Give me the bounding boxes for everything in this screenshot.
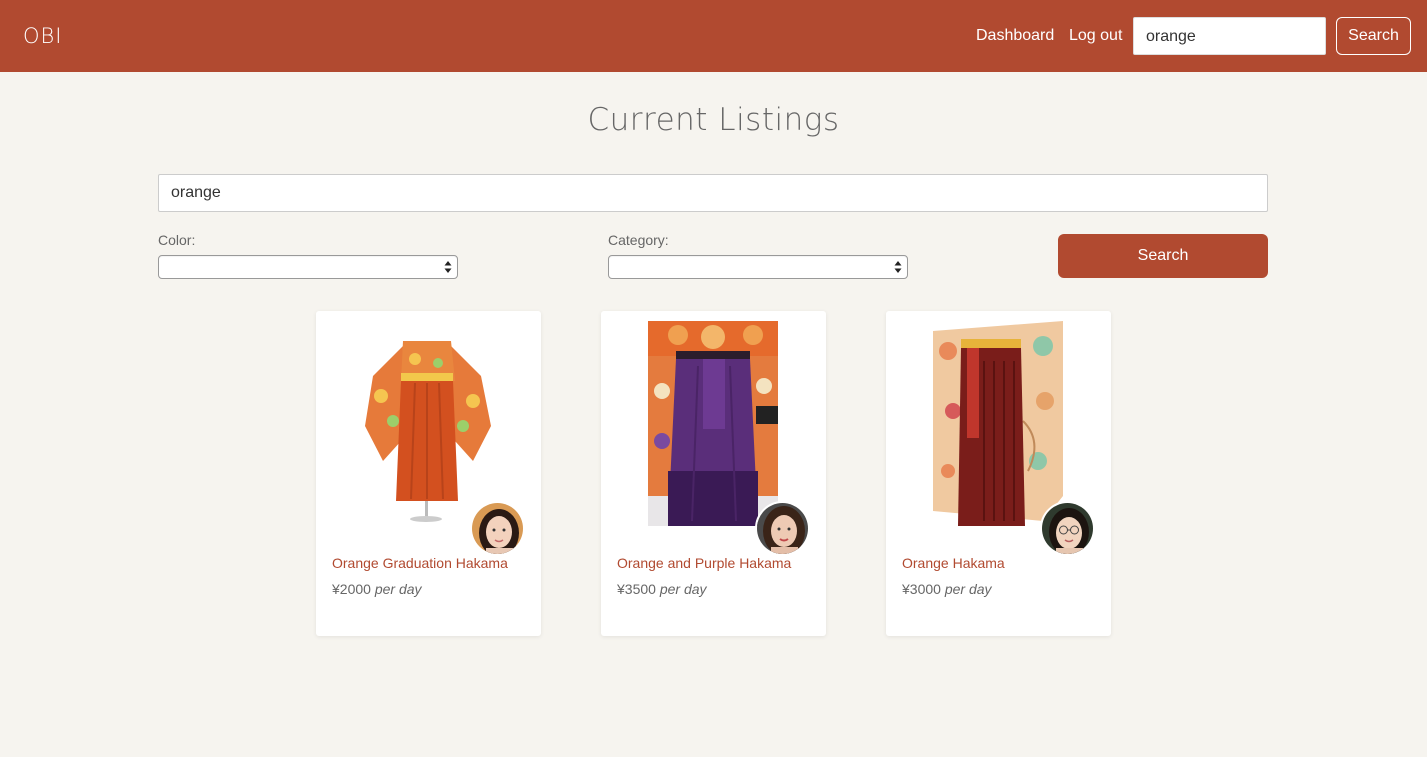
owner-avatar-icon[interactable] xyxy=(470,501,525,556)
price-unit: per day xyxy=(944,581,992,597)
listing-title[interactable]: Orange and Purple Hakama xyxy=(617,554,791,572)
page-title: Current Listings xyxy=(587,102,840,138)
price-value: ¥3500 xyxy=(617,581,656,597)
listing-card[interactable]: Orange Hakama ¥3000 per day xyxy=(886,311,1111,636)
navbar-search-button[interactable]: Search xyxy=(1336,17,1411,55)
owner-avatar-icon[interactable] xyxy=(1040,501,1095,556)
listing-search-input[interactable]: orange xyxy=(158,174,1268,212)
category-filter-label: Category: xyxy=(608,232,669,248)
nav-link-logout[interactable]: Log out xyxy=(1069,26,1122,46)
brand-logo[interactable]: OBI xyxy=(23,24,62,48)
kimono-photo-icon[interactable] xyxy=(648,321,778,526)
owner-avatar-icon[interactable] xyxy=(755,501,810,556)
listing-title[interactable]: Orange Graduation Hakama xyxy=(332,554,508,572)
listing-price: ¥3500 per day xyxy=(617,580,707,598)
kimono-photo-icon[interactable] xyxy=(933,321,1063,526)
kimono-photo-icon[interactable] xyxy=(363,321,493,526)
select-arrows-icon xyxy=(894,261,902,273)
listing-card[interactable]: Orange and Purple Hakama ¥3500 per day xyxy=(601,311,826,636)
listing-title[interactable]: Orange Hakama xyxy=(902,554,1005,572)
select-arrows-icon xyxy=(444,261,452,273)
price-unit: per day xyxy=(374,581,422,597)
price-value: ¥2000 xyxy=(332,581,371,597)
color-filter-label: Color: xyxy=(158,232,196,248)
navbar: OBI Dashboard Log out orange Search xyxy=(0,0,1427,72)
price-value: ¥3000 xyxy=(902,581,941,597)
listing-price: ¥3000 per day xyxy=(902,580,992,598)
category-select[interactable] xyxy=(608,255,908,279)
listing-price: ¥2000 per day xyxy=(332,580,422,598)
filter-search-button[interactable]: Search xyxy=(1058,234,1268,278)
listing-card[interactable]: Orange Graduation Hakama ¥2000 per day xyxy=(316,311,541,636)
navbar-search-input[interactable]: orange xyxy=(1133,17,1326,55)
color-select[interactable] xyxy=(158,255,458,279)
nav-link-dashboard[interactable]: Dashboard xyxy=(976,26,1054,46)
price-unit: per day xyxy=(659,581,707,597)
